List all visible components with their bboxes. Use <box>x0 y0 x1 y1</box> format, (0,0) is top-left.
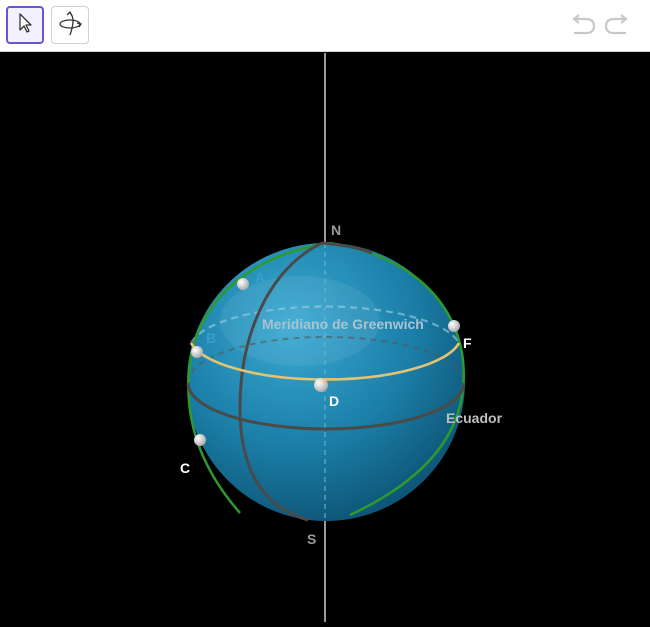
label-equator: Ecuador <box>446 410 503 426</box>
3d-graphics-view[interactable]: N S A B C D F Meridiano de Greenwich Ecu… <box>0 53 650 622</box>
label-point-d: D <box>329 393 339 409</box>
undo-icon <box>568 13 598 42</box>
label-point-f: F <box>463 335 472 351</box>
point-a[interactable] <box>237 278 249 290</box>
label-point-a: A <box>255 269 265 285</box>
rotate-view-icon <box>56 9 84 42</box>
label-point-c: C <box>180 460 190 476</box>
label-point-b: B <box>206 330 216 346</box>
cursor-arrow-icon <box>15 12 35 39</box>
redo-icon <box>602 13 632 42</box>
label-north: N <box>331 222 341 238</box>
label-south: S <box>307 531 316 547</box>
point-b[interactable] <box>191 346 203 358</box>
redo-button[interactable] <box>602 12 632 42</box>
point-c[interactable] <box>194 434 206 446</box>
undo-button[interactable] <box>568 12 598 42</box>
3d-scene: N S A B C D F Meridiano de Greenwich Ecu… <box>180 53 503 622</box>
point-f[interactable] <box>448 320 460 332</box>
rotate-view-tool-button[interactable] <box>51 6 89 44</box>
label-meridian: Meridiano de Greenwich <box>262 316 424 332</box>
toolbar <box>0 0 650 52</box>
move-tool-button[interactable] <box>6 6 44 44</box>
point-d[interactable] <box>314 378 328 392</box>
